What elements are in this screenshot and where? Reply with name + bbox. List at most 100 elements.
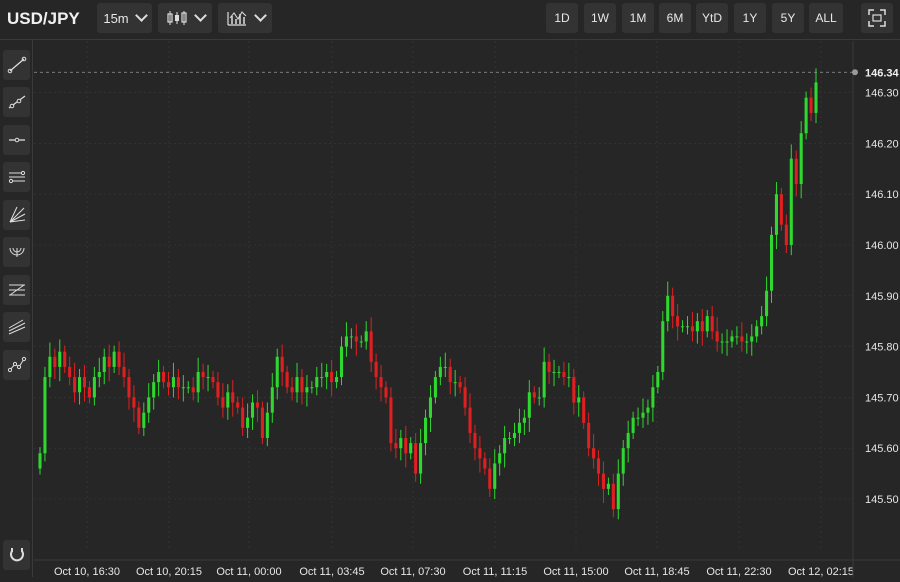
horizontal-line-tool[interactable]	[3, 125, 30, 155]
candle-body	[191, 387, 195, 393]
range-ytd-button[interactable]: YtD	[696, 3, 728, 33]
candle-body	[181, 387, 185, 389]
candle-body	[315, 377, 319, 388]
pitchfork-tool[interactable]	[3, 312, 30, 342]
candle-body	[814, 82, 818, 113]
candle-body	[794, 158, 798, 185]
candle-body	[448, 366, 452, 383]
price-chart[interactable]: Oct 10, 16:30 Oct 10, 20:15 Oct 11, 00:00 O…	[34, 41, 900, 578]
candle-body	[38, 453, 42, 469]
ray-tool[interactable]	[3, 87, 30, 117]
candle-body	[171, 377, 175, 388]
x-tick-label: Oct 11, 00:00	[216, 566, 281, 577]
chart-type-select[interactable]	[158, 3, 212, 33]
candle-body	[468, 407, 472, 433]
interval-select[interactable]: 15m	[97, 3, 152, 33]
candle-body	[522, 417, 526, 423]
candle-body	[690, 326, 694, 332]
range-6m-button[interactable]: 6M	[659, 3, 691, 33]
candle-body	[265, 412, 269, 439]
candle-body	[399, 438, 403, 449]
y-tick-label: 145.70	[865, 392, 899, 404]
polyline-tool[interactable]	[3, 350, 30, 380]
candle-body	[132, 397, 136, 408]
candle-body	[681, 326, 685, 328]
candle-body	[799, 133, 803, 185]
horizontal-line-icon	[8, 137, 25, 143]
candle-body	[488, 468, 492, 489]
interval-label: 15m	[103, 10, 129, 26]
candle-body	[142, 412, 146, 428]
last-price-label: 146.34	[865, 67, 900, 79]
candle-body	[255, 402, 260, 408]
candle-body	[260, 407, 264, 439]
candle-body	[305, 387, 309, 393]
candle-body	[325, 372, 329, 378]
range-all-button[interactable]: ALL	[809, 3, 843, 33]
candle-body	[557, 372, 561, 373]
candle-body	[438, 366, 442, 378]
candle-body	[695, 321, 699, 332]
parallel-channel-tool[interactable]	[3, 162, 30, 192]
candle-body	[394, 443, 398, 449]
candlestick-chart[interactable]: Oct 10, 16:30 Oct 10, 20:15 Oct 11, 00:00 O…	[34, 41, 900, 578]
x-tick-label: Oct 12, 02:15	[788, 566, 854, 577]
drawing-tools-sidebar	[0, 40, 33, 577]
chevron-down-icon	[134, 9, 148, 22]
trend-line-tool[interactable]	[3, 50, 30, 80]
last-price-marker	[852, 69, 858, 76]
candle-body	[740, 336, 744, 342]
candle-body	[631, 417, 635, 433]
y-tick-label: 145.90	[865, 291, 899, 303]
trend-line-icon	[7, 56, 26, 74]
arc-tool[interactable]	[3, 237, 30, 267]
range-1d-button[interactable]: 1D	[546, 3, 578, 33]
candle-body	[483, 458, 487, 469]
candle-body	[349, 336, 353, 338]
candle-body	[127, 377, 131, 398]
candle-body	[82, 377, 87, 388]
candle-body	[765, 290, 769, 317]
candle-body	[745, 341, 749, 343]
candle-body	[107, 356, 111, 367]
candle-body	[137, 407, 141, 428]
candle-body	[671, 295, 675, 317]
fullscreen-button[interactable]	[861, 3, 893, 33]
candle-body	[226, 392, 230, 408]
candle-body	[774, 194, 778, 235]
indicators-icon	[226, 11, 246, 26]
candle-body	[804, 97, 808, 134]
candle-body	[211, 377, 215, 383]
candle-body	[532, 392, 536, 398]
candle-body	[246, 417, 250, 428]
indicators-select[interactable]	[218, 3, 272, 33]
candle-body	[616, 473, 620, 510]
range-1m-button[interactable]: 1M	[622, 3, 654, 33]
range-1w-button[interactable]: 1W	[584, 3, 616, 33]
x-tick-label: Oct 11, 11:15	[463, 566, 527, 577]
fibonacci-tool[interactable]	[3, 275, 30, 305]
fibonacci-icon	[8, 284, 25, 296]
candle-body	[473, 432, 477, 449]
candle-body	[157, 372, 161, 383]
range-5y-button[interactable]: 5Y	[772, 3, 804, 33]
fan-tool[interactable]	[3, 200, 30, 230]
range-1y-button[interactable]: 1Y	[734, 3, 766, 33]
candle-body	[117, 351, 121, 367]
polyline-icon	[7, 356, 26, 373]
candle-body	[310, 387, 314, 389]
candle-body	[641, 412, 645, 418]
candle-body	[201, 372, 205, 378]
magnet-tool[interactable]	[3, 540, 30, 570]
candle-body	[423, 417, 428, 444]
chevron-down-icon	[193, 9, 207, 22]
candle-body	[552, 372, 556, 373]
candle-body	[384, 387, 388, 398]
candle-body	[572, 377, 576, 403]
y-tick-label: 146.10	[865, 189, 899, 201]
candle-body	[270, 387, 274, 413]
candle-body	[443, 366, 447, 368]
candle-body	[651, 387, 655, 408]
candle-body	[359, 341, 363, 343]
candle-body	[236, 402, 240, 408]
